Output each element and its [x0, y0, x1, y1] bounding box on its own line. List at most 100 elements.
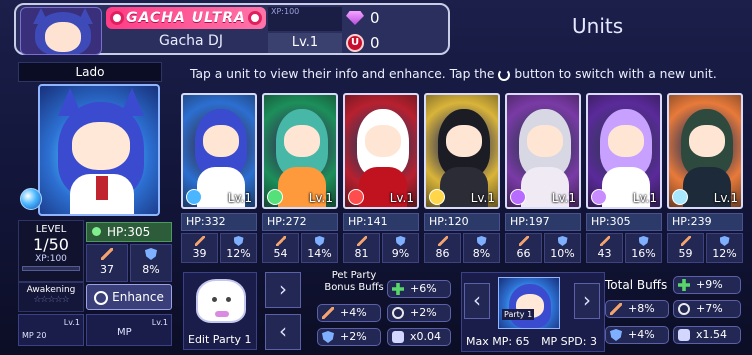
- shield-icon: [719, 236, 730, 246]
- pet-buffs-title: Pet Party Bonus Buffs: [324, 270, 384, 293]
- hp-stat: HP:305: [86, 222, 172, 242]
- skill2-label: MP: [117, 327, 132, 338]
- unit-attack: 66: [505, 233, 542, 263]
- unit-face: [527, 125, 563, 157]
- unit-portrait[interactable]: Lv.1: [181, 93, 257, 209]
- unit-hp: HP:239: [667, 213, 743, 231]
- total-buffs-title: Total Buffs: [605, 278, 668, 292]
- defense-value: 16%: [631, 247, 656, 260]
- unit-attack: 43: [586, 233, 623, 263]
- profile-avatar[interactable]: [20, 7, 102, 55]
- defense-stat: 8%: [130, 244, 172, 282]
- unit-card[interactable]: Lv.1 HP:197 66 10%: [505, 93, 581, 265]
- unit-card[interactable]: Lv.1 HP:120 86 8%: [424, 93, 500, 265]
- unit-face: [203, 125, 239, 157]
- buff-value: +2%: [340, 330, 367, 343]
- skill1-level: Lv.1: [63, 318, 80, 327]
- plus-icon: [678, 279, 690, 291]
- element-icon: [267, 189, 283, 205]
- unit-defense: 10%: [544, 233, 581, 263]
- sword-icon: [275, 236, 286, 246]
- awakening-block[interactable]: Awakening ☆☆☆☆☆: [18, 282, 84, 312]
- unit-defense: 12%: [706, 233, 743, 263]
- pet-buff-hp: +6%: [387, 280, 451, 298]
- unit-defense: 14%: [301, 233, 338, 263]
- hp-icon: [92, 227, 101, 236]
- party-next-button[interactable]: ›: [574, 283, 600, 319]
- unit-stats: 59 12%: [667, 233, 743, 263]
- party-leader-portrait[interactable]: [498, 277, 560, 329]
- pet-buff-def: +2%: [317, 328, 381, 346]
- unit-portrait[interactable]: Lv.1: [667, 93, 743, 209]
- shield-icon: [610, 329, 622, 341]
- attack-value: 66: [516, 247, 531, 260]
- mp-speed: MP SPD: 3: [541, 335, 597, 348]
- skill1-mp: MP 20: [22, 331, 47, 340]
- buff-value: +6%: [410, 282, 437, 295]
- unit-portrait[interactable]: Lv.1: [586, 93, 662, 209]
- unit-card[interactable]: Lv.1 HP:141 81 9%: [343, 93, 419, 265]
- next-arrow-button[interactable]: ›: [265, 272, 301, 308]
- shield-icon: [233, 236, 244, 246]
- unit-stats: 81 9%: [343, 233, 419, 263]
- unit-level: Lv.1: [551, 191, 576, 205]
- enhance-label: Enhance: [112, 290, 164, 304]
- total-buff-dmg: x1.54: [673, 326, 741, 344]
- shield-icon: [322, 331, 334, 343]
- ghost-pet-icon: [196, 279, 246, 323]
- attack-value: 59: [678, 247, 693, 260]
- prev-arrow-button[interactable]: ‹: [265, 314, 301, 350]
- badge-dot-icon: [110, 11, 124, 25]
- unit-attack: 59: [667, 233, 704, 263]
- unit-stats: 66 10%: [505, 233, 581, 263]
- unit-card[interactable]: Lv.1 HP:305 43 16%: [586, 93, 662, 265]
- unit-attack: 39: [181, 233, 218, 263]
- skill2-level: Lv.1: [151, 318, 168, 327]
- unit-hp: HP:272: [262, 213, 338, 231]
- level-block: LEVEL 1/50 XP:100: [18, 220, 84, 282]
- unit-card[interactable]: Lv.1 HP:272 54 14%: [262, 93, 338, 265]
- awakening-label: Awakening: [26, 285, 76, 295]
- shield-icon: [638, 236, 649, 246]
- element-icon: [591, 189, 607, 205]
- edit-party-button[interactable]: Edit Party 1: [183, 272, 257, 350]
- level-label: LEVEL: [35, 224, 67, 235]
- unit-hp: HP:305: [586, 213, 662, 231]
- edit-party-label: Edit Party 1: [188, 333, 252, 346]
- enhance-button[interactable]: Enhance: [86, 284, 172, 310]
- defense-value: 14%: [307, 247, 332, 260]
- crit-icon: [392, 307, 404, 319]
- unit-portrait[interactable]: Lv.1: [424, 93, 500, 209]
- skill-slot-2[interactable]: MP Lv.1: [86, 314, 172, 346]
- buff-value: +2%: [410, 306, 437, 319]
- pet-buff-atk: +4%: [317, 304, 381, 322]
- unit-portrait[interactable]: Lv.1: [262, 93, 338, 209]
- profile-card[interactable]: GACHA ULTRA Gacha DJ XP:100 Lv.1 0 U 0: [14, 3, 450, 55]
- player-level: Lv.1: [268, 33, 342, 53]
- selected-unit-portrait[interactable]: [38, 84, 160, 216]
- total-buff-crit: +7%: [673, 300, 741, 318]
- defense-value: 12%: [712, 247, 737, 260]
- xp-label: XP:100: [271, 7, 300, 16]
- party-prev-button[interactable]: ‹: [464, 283, 490, 319]
- buff-value: x1.54: [696, 328, 728, 341]
- dmg-icon: [678, 329, 690, 341]
- sword-icon: [101, 248, 113, 260]
- badge-dot-icon: [248, 11, 262, 25]
- unit-name: Lado: [18, 62, 162, 82]
- sword-icon: [518, 236, 529, 246]
- unit-card[interactable]: Lv.1 HP:332 39 12%: [181, 93, 257, 265]
- selected-unit-panel: Lado LEVEL 1/50 XP:100 HP:305 37 8% Awak…: [14, 60, 180, 350]
- unit-face: [689, 125, 725, 157]
- unit-card[interactable]: Lv.1 HP:239 59 12%: [667, 93, 743, 265]
- unit-face: [284, 125, 320, 157]
- skill-slot-1[interactable]: MP 20 Lv.1: [18, 314, 84, 346]
- coins-counter[interactable]: U 0: [346, 32, 446, 54]
- unit-portrait[interactable]: Lv.1: [505, 93, 581, 209]
- party-box: ‹ Party 1 › Max MP: 65 MP SPD: 3: [461, 272, 605, 352]
- unit-portrait[interactable]: Lv.1: [343, 93, 419, 209]
- mp-info: Max MP: 65 MP SPD: 3: [466, 335, 604, 348]
- unit-attack: 54: [262, 233, 299, 263]
- buff-value: +7%: [696, 302, 723, 315]
- gems-counter[interactable]: 0: [346, 7, 446, 29]
